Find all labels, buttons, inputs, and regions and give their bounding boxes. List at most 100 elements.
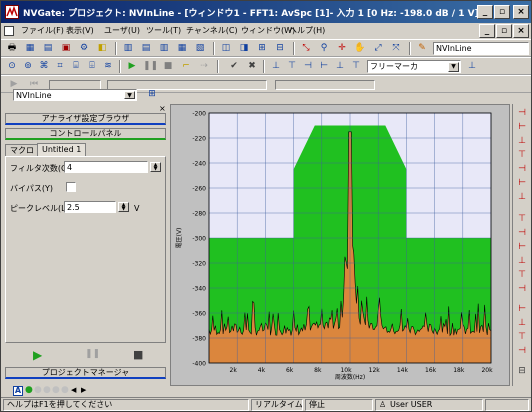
trigger-icon[interactable]: ⌐ [179,60,193,73]
print-icon[interactable]: 🖶 [5,42,19,55]
tab-scroll-left-icon[interactable]: ◀ [71,386,76,394]
marker-tool-7-icon[interactable]: ⊥ [517,192,527,202]
marker-peak-icon[interactable]: ⊣ [301,60,315,73]
sensor-icon[interactable]: ⊚ [21,60,35,73]
settings-icon[interactable]: ⚙ [77,42,91,55]
project-name-field[interactable]: NVInLine [433,42,529,55]
pause-icon[interactable]: ❚❚ [143,60,158,73]
marker-prev-icon[interactable]: ⊥ [269,60,283,73]
accept-icon[interactable]: ✔ [227,60,241,73]
marker-tool-6-icon[interactable]: ⊢ [517,178,527,188]
control-panel-button[interactable]: コントロールパネル [5,128,166,140]
mdi-minimize-button[interactable]: _ [479,24,495,38]
reject-icon[interactable]: ✖ [245,60,259,73]
tab-scroll-right-icon[interactable]: ▶ [81,386,86,394]
marker-delta-icon[interactable]: ⊤ [349,60,363,73]
document-icon[interactable] [4,26,14,36]
graph-icon[interactable]: ◫ [219,42,233,55]
filter-order-stepper[interactable]: ▲ ▼ [150,162,161,172]
pen-icon[interactable]: ✎ [415,42,429,55]
menu-view[interactable]: 表示(V) [66,25,94,36]
marker-tool-8-icon[interactable]: ⊤ [517,214,527,224]
spectrum-window[interactable]: -200 -220 -240 -260 -280 -300 -320 -340 -360 -380… [170,104,510,386]
marker-next-icon[interactable]: ⊤ [285,60,299,73]
marker-settings-icon[interactable]: ⊥ [465,60,479,73]
macro-stop-icon[interactable]: ■ [133,348,143,361]
marker-tool-1-icon[interactable]: ⊣ [517,108,527,118]
project-manager-button[interactable]: プロジェクトマネージャ [5,367,166,379]
mdi-restore-button[interactable]: ▫ [496,24,512,38]
close-panel-icon[interactable]: × [159,104,166,113]
marker-icon[interactable]: ✛ [335,42,349,55]
graph-scale-icon[interactable]: ◨ [237,42,251,55]
window-layout-4-icon[interactable]: ▦ [175,42,189,55]
bypass-checkbox[interactable] [66,182,76,192]
peak-level-input[interactable]: 2.5 [64,201,116,213]
marker-tool-15-icon[interactable]: ⊥ [517,318,527,328]
zoom-out-icon[interactable]: ⤢ [371,42,385,55]
zoom-icon[interactable]: ⚲ [317,42,331,55]
marker-band-icon[interactable]: ⊥ [333,60,347,73]
marker-harmonic-icon[interactable]: ⊢ [317,60,331,73]
step-icon[interactable]: ⇢ [197,60,211,73]
grid-icon[interactable]: ▦ [23,42,37,55]
filter-icon[interactable]: ⌗ [53,60,67,73]
marker-tool-14-icon[interactable]: ⊢ [517,304,527,314]
layout-icon[interactable]: ▤ [41,42,55,55]
title-bar[interactable]: NVGate: プロジェクト: NVInLine - [ウィンドウ1 - FFT… [1,1,531,23]
marker-tool-2-icon[interactable]: ⊢ [517,122,527,132]
chevron-down-icon[interactable]: ▼ [124,91,135,99]
autoscale-icon[interactable]: ⤧ [389,42,403,55]
close-button[interactable]: × [513,5,529,19]
marker-tool-5-icon[interactable]: ⊣ [517,164,527,174]
macro-pause-icon[interactable]: ❚❚ [85,349,100,359]
window-a-tab[interactable]: A [13,386,23,396]
pan-hand-icon[interactable]: ✋ [353,42,367,55]
spectrum-chart[interactable]: -200 -220 -240 -260 -280 -300 -320 -340 -360 -380… [171,105,511,387]
window-layout-2-icon[interactable]: ▤ [139,42,153,55]
marker-tool-13-icon[interactable]: ⊣ [517,284,527,294]
marker-tool-4-icon[interactable]: ⊤ [517,150,527,160]
filter-order-input[interactable]: 4 [64,161,148,173]
marker-tool-17-icon[interactable]: ⊣ [517,346,527,356]
stop-icon[interactable]: ■ [161,60,175,73]
marker-tool-12-icon[interactable]: ⊤ [517,270,527,280]
menu-help[interactable]: ヘルプ(H) [289,25,325,36]
cursor-icon[interactable]: ⤡ [299,42,313,55]
marker-tool-18-icon[interactable]: ⊟ [517,366,527,376]
mdi-close-button[interactable]: × [513,24,529,38]
project-open-icon[interactable]: ⊞ [145,88,159,101]
fft-icon[interactable]: ⌘ [37,60,51,73]
marker-tool-9-icon[interactable]: ⊣ [517,228,527,238]
probe-icon[interactable]: ⊙ [5,60,19,73]
window-layout-5-icon[interactable]: ▧ [193,42,207,55]
project-select[interactable]: NVInLine ▼ [13,89,137,101]
peak-level-stepper[interactable]: ▲ ▼ [118,202,129,212]
marker-tool-3-icon[interactable]: ⊥ [517,136,527,146]
analyzer-browser-button[interactable]: アナライザ設定ブラウザ [5,113,166,125]
run-icon[interactable]: ▶ [125,60,139,73]
window-layout-1-icon[interactable]: ▥ [121,42,135,55]
overall-icon[interactable]: ⌹ [85,60,99,73]
macro-run-icon[interactable]: ▶ [33,348,42,362]
waveform-icon[interactable]: ≋ [101,60,115,73]
memo-icon[interactable]: ◧ [95,42,109,55]
menu-user[interactable]: ユーザ(U) [104,25,140,36]
menu-file[interactable]: ファイル(F) [21,25,64,36]
graph-mode-icon[interactable]: ⊞ [255,42,269,55]
tab-untitled-1[interactable]: Untitled 1 [37,143,87,156]
restore-button[interactable]: ▫ [494,5,510,19]
window-layout-3-icon[interactable]: ▥ [157,42,171,55]
chevron-down-icon[interactable]: ▼ [448,62,459,72]
menu-tools[interactable]: ツール(T) [146,25,181,36]
minimize-button[interactable]: _ [477,5,493,19]
marker-mode-select[interactable]: フリーマーカ ▼ [367,60,461,73]
order-icon[interactable]: ⌸ [69,60,83,73]
marker-tool-16-icon[interactable]: ⊤ [517,332,527,342]
trace-icon[interactable]: ⊟ [273,42,287,55]
marker-tool-11-icon[interactable]: ⊥ [517,256,527,266]
analyzer-icon[interactable]: ▣ [59,42,73,55]
menu-channel[interactable]: チャンネル(C) [186,25,238,36]
menu-window[interactable]: ウィンドウ(W) [241,25,295,36]
tab-macro[interactable]: マクロ [5,144,39,156]
